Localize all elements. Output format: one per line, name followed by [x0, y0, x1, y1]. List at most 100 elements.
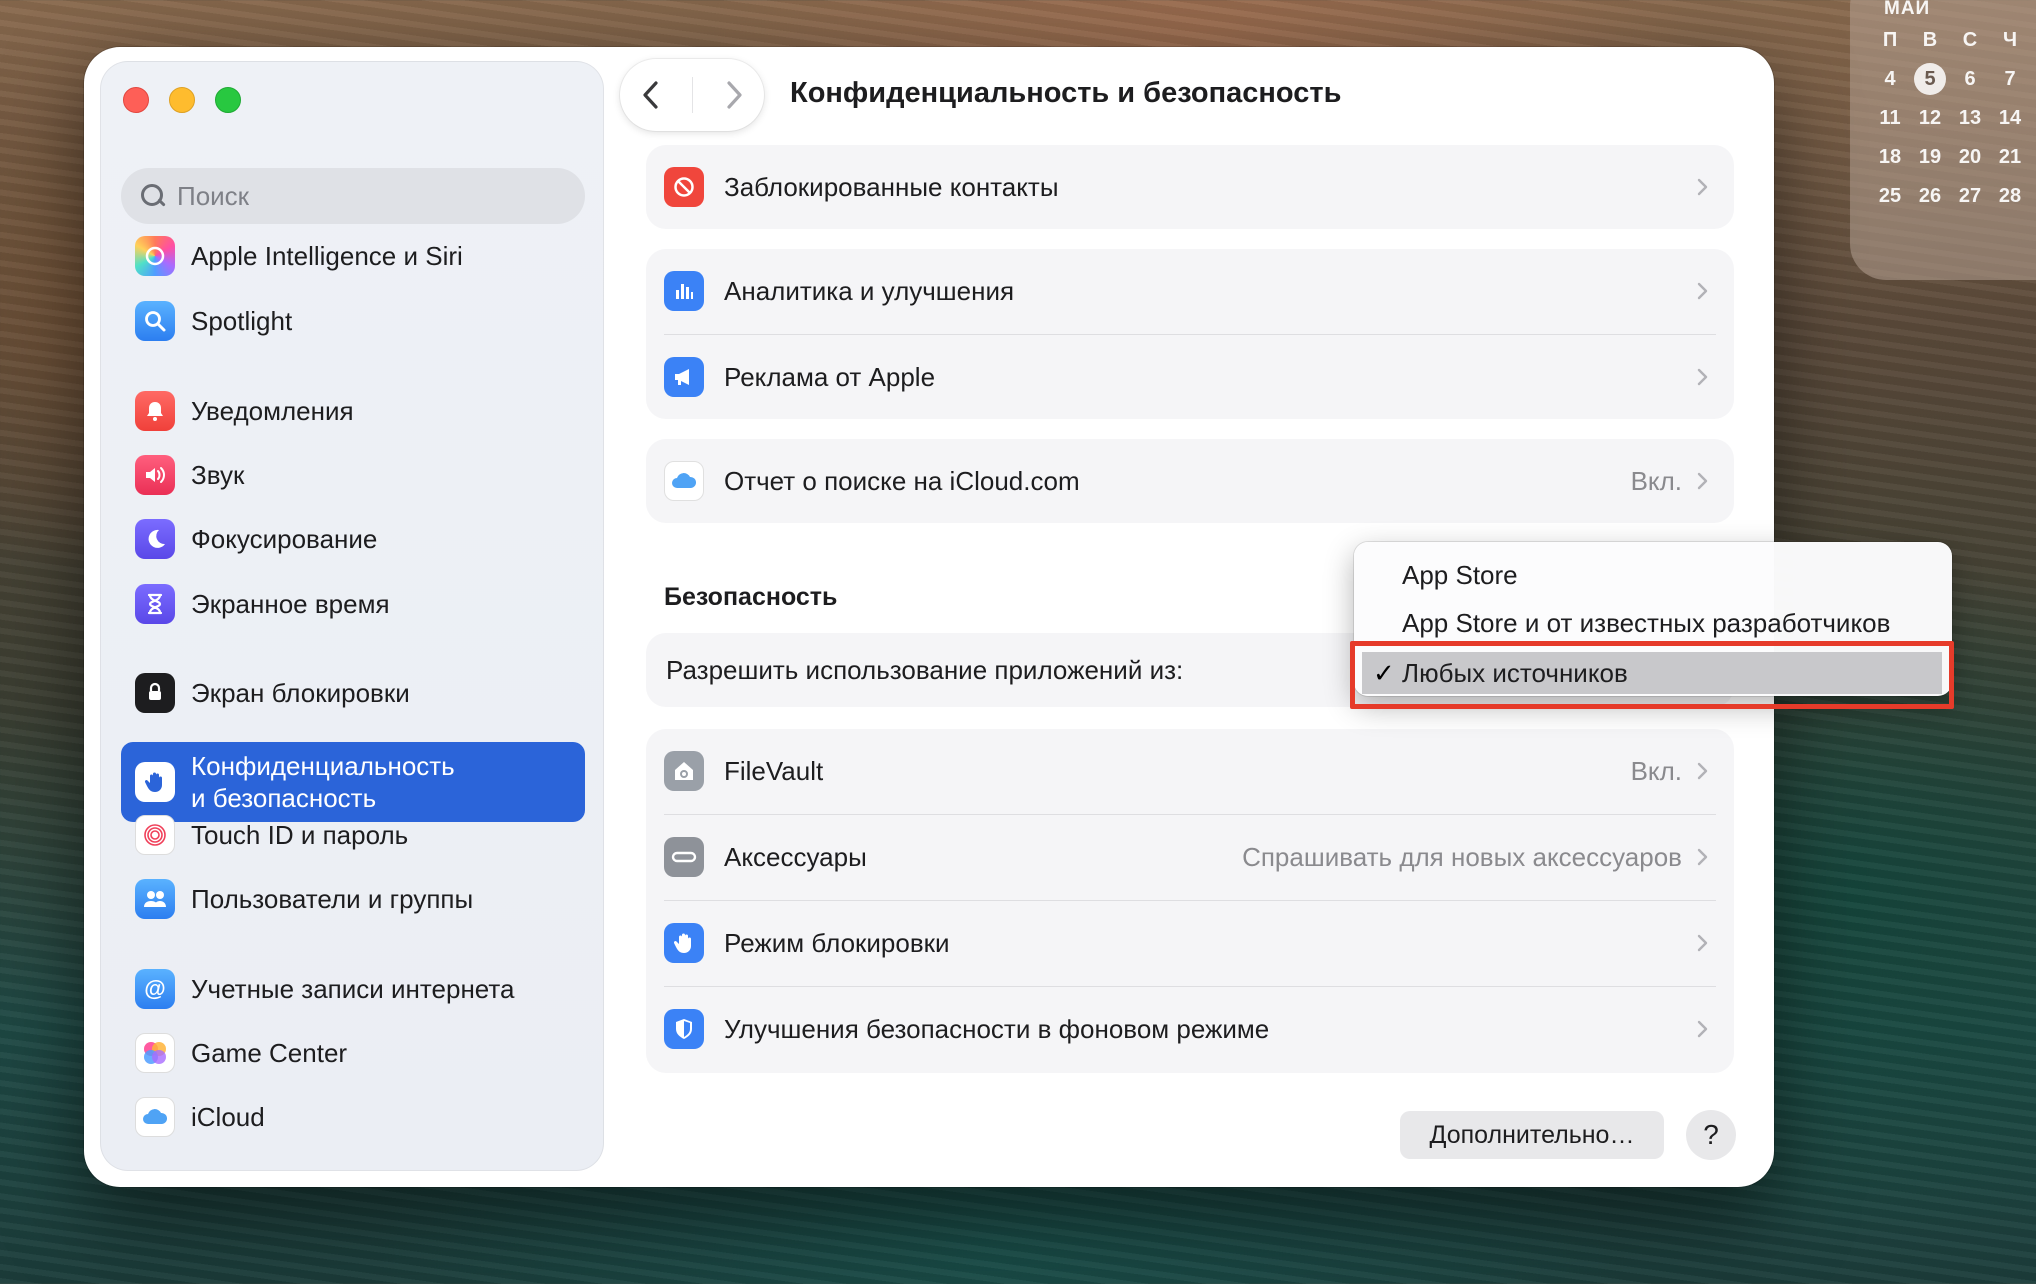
sidebar-item-spotlight[interactable]: Spotlight	[121, 295, 585, 347]
sidebar-item-label: Экран блокировки	[191, 678, 410, 708]
fingerprint-icon	[135, 815, 175, 855]
calendar-day: 14	[1998, 107, 2022, 129]
allow-apps-label: Разрешить использование приложений из:	[666, 654, 1184, 685]
row-label: FileVault	[724, 755, 824, 786]
sidebar-item-sound[interactable]: Звук	[121, 449, 585, 501]
lockdown-hand-icon	[664, 923, 704, 963]
row-value: Вкл.	[1630, 465, 1682, 496]
chevron-right-icon	[1697, 934, 1708, 952]
sidebar-item-internet-accounts[interactable]: @ Учетные записи интернета	[121, 963, 585, 1015]
calendar-weekday: С	[1962, 29, 1978, 51]
advanced-button[interactable]: Дополнительно…	[1400, 1111, 1664, 1159]
search-input[interactable]: Поиск	[121, 168, 585, 224]
sidebar-item-screen-time[interactable]: Экранное время	[121, 578, 585, 630]
sidebar-item-label: Game Center	[191, 1038, 348, 1068]
filevault-icon	[664, 751, 704, 791]
zoom-window-button[interactable]	[215, 87, 241, 113]
calendar-day: 25	[1878, 185, 1902, 207]
at-sign-icon: @	[135, 969, 175, 1009]
menu-item-app-store[interactable]: App Store	[1402, 560, 1518, 591]
hourglass-icon	[135, 584, 175, 624]
chevron-right-icon	[1697, 178, 1708, 196]
sidebar-item-label: Spotlight	[191, 306, 293, 336]
search-icon	[139, 182, 167, 210]
help-button[interactable]: ?	[1686, 1110, 1736, 1160]
blocked-contacts-card: Заблокированные контакты	[646, 145, 1734, 229]
row-label: Реклама от Apple	[724, 361, 936, 392]
sidebar-item-focus[interactable]: Фокусирование	[121, 513, 585, 565]
calendar-grid: П В С Ч 4 5 6 7 11 12 13 14 18 19 20 21 …	[1870, 26, 2030, 210]
filevault-row[interactable]: FileVault Вкл.	[646, 729, 1734, 813]
close-window-button[interactable]	[123, 87, 149, 113]
chevron-right-icon	[1697, 762, 1708, 780]
chevron-right-icon	[1697, 1020, 1708, 1038]
calendar-day: 6	[1964, 68, 1976, 90]
forward-button[interactable]	[714, 75, 754, 115]
calendar-day: 27	[1958, 185, 1982, 207]
sidebar-item-label: Звук	[191, 460, 245, 490]
page-title: Конфиденциальность и безопасность	[790, 77, 1342, 109]
icloud-icon	[664, 461, 704, 501]
sidebar-item-label: Экранное время	[191, 589, 390, 619]
calendar-weekday: П	[1882, 29, 1898, 51]
calendar-weekday: Ч	[2002, 29, 2018, 51]
analytics-row[interactable]: Аналитика и улучшения	[646, 249, 1734, 333]
calendar-day-today: 5	[1914, 63, 1946, 95]
navigation-buttons	[620, 59, 764, 131]
chevron-right-icon	[1697, 848, 1708, 866]
blocked-contacts-row[interactable]: Заблокированные контакты	[646, 145, 1734, 229]
accessories-row[interactable]: Аксессуары Спрашивать для новых аксессуа…	[646, 815, 1734, 899]
calendar-day: 28	[1998, 185, 2022, 207]
security-card: FileVault Вкл. Аксессуары Спрашивать для…	[646, 729, 1734, 1073]
analytics-ads-card: Аналитика и улучшения Реклама от Apple	[646, 249, 1734, 419]
sidebar-item-icloud[interactable]: iCloud	[121, 1091, 585, 1143]
calendar-day: 18	[1878, 146, 1902, 168]
calendar-day: 21	[1998, 146, 2022, 168]
sidebar-item-users-groups[interactable]: Пользователи и группы	[121, 873, 585, 925]
lock-screen-icon	[135, 673, 175, 713]
notifications-icon	[135, 391, 175, 431]
sidebar-item-label: Конфиденциальность и безопасность	[191, 751, 455, 813]
row-value: Спрашивать для новых аксессуаров	[1242, 841, 1682, 872]
sidebar-item-label: Touch ID и пароль	[191, 820, 409, 850]
lockdown-mode-row[interactable]: Режим блокировки	[646, 901, 1734, 985]
icloud-report-row[interactable]: Отчет о поиске на iCloud.com Вкл.	[646, 439, 1734, 523]
spotlight-icon	[135, 301, 175, 341]
analytics-chart-icon	[664, 271, 704, 311]
sidebar-item-label: Пользователи и группы	[191, 884, 474, 914]
calendar-day: 20	[1958, 146, 1982, 168]
row-label: Режим блокировки	[724, 927, 950, 958]
back-button[interactable]	[631, 75, 671, 115]
sidebar-item-apple-intelligence[interactable]: Apple Intelligence и Siri	[121, 230, 585, 282]
row-label: Отчет о поиске на iCloud.com	[724, 465, 1080, 496]
sidebar-item-notifications[interactable]: Уведомления	[121, 385, 585, 437]
row-label: Улучшения безопасности в фоновом режиме	[724, 1013, 1270, 1044]
background-security-row[interactable]: Улучшения безопасности в фоновом режиме	[646, 987, 1734, 1071]
sidebar-item-label: Фокусирование	[191, 524, 378, 554]
security-section-title: Безопасность	[664, 583, 838, 611]
sidebar: Поиск Apple Intelligence и Siri Spotligh…	[100, 61, 604, 1171]
menu-item-app-store-identified[interactable]: App Store и от известных разработчиков	[1402, 608, 1890, 639]
calendar-day: 4	[1884, 68, 1896, 90]
chevron-right-icon	[1697, 282, 1708, 300]
apple-ads-row[interactable]: Реклама от Apple	[646, 335, 1734, 419]
calendar-day: 12	[1918, 107, 1942, 129]
divider	[691, 77, 693, 113]
accessories-icon	[664, 837, 704, 877]
calendar-day: 26	[1918, 185, 1942, 207]
focus-moon-icon	[135, 519, 175, 559]
sidebar-item-lock-screen[interactable]: Экран блокировки	[121, 667, 585, 719]
sidebar-item-label: Apple Intelligence и Siri	[191, 241, 463, 271]
calendar-widget[interactable]: МАЙ П В С Ч 4 5 6 7 11 12 13 14 18 19 20…	[1850, 0, 2036, 280]
game-center-icon	[135, 1033, 175, 1073]
sidebar-item-touch-id[interactable]: Touch ID и пароль	[121, 809, 585, 861]
icloud-report-card: Отчет о поиске на iCloud.com Вкл.	[646, 439, 1734, 523]
minimize-window-button[interactable]	[169, 87, 195, 113]
annotation-highlight-box	[1350, 641, 1954, 709]
shield-icon	[664, 1009, 704, 1049]
megaphone-icon	[664, 357, 704, 397]
row-value: Вкл.	[1630, 755, 1682, 786]
sidebar-item-game-center[interactable]: Game Center	[121, 1027, 585, 1079]
calendar-day: 11	[1879, 107, 1901, 129]
users-icon	[135, 879, 175, 919]
